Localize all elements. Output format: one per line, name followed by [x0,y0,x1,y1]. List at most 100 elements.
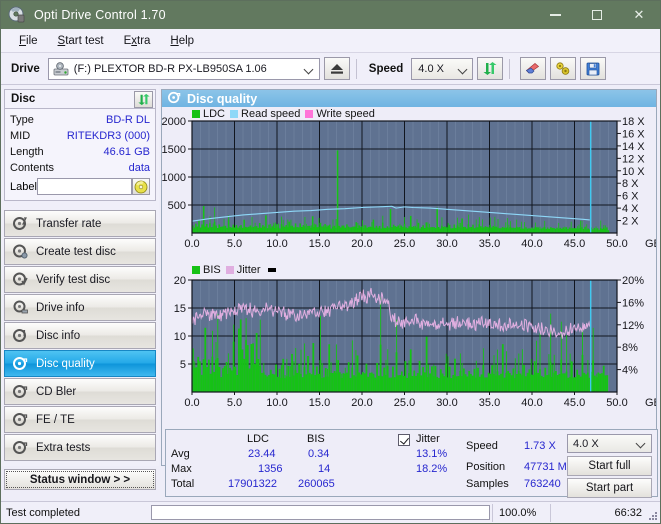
disc-refresh-button[interactable] [134,90,153,108]
panel-header: Disc quality [162,90,656,107]
drive-select[interactable]: (F:) PLEXTOR BD-R PX-LB950SA 1.06 [47,57,320,80]
svg-text:20: 20 [174,275,186,287]
stats-ldc-total: 17901322 [228,478,277,490]
drive-info-icon [13,300,28,315]
svg-text:25.0: 25.0 [394,238,415,250]
speed-select[interactable]: 4.0 X [411,57,474,80]
legend-ldc: LDC [192,108,225,120]
svg-text:18 X: 18 X [622,116,645,128]
stats-col-jitter: Jitter [416,433,440,445]
sidebar-item-create-test-disc[interactable]: Create test disc [4,238,156,265]
speed-value: 4.0 X [418,62,444,75]
ldc-chart-legend: LDC Read speed Write speed [192,108,375,120]
stats-jitter-avg: 13.1% [416,448,448,460]
legend-read-speed: Read speed [230,108,300,120]
sidebar-item-cd-bler[interactable]: CD Bler [4,378,156,405]
sidebar-item-extra-tests[interactable]: Extra tests [4,434,156,461]
drive-icon [53,61,69,76]
menu-item-start-test[interactable]: Start test [48,33,114,49]
svg-text:2000: 2000 [162,116,186,128]
menu-item-extra[interactable]: Extra [114,33,161,49]
minimize-icon[interactable] [534,1,576,29]
sidebar-buttons: Transfer rate Create test disc Verify te… [4,210,156,461]
svg-text:GB: GB [645,238,656,250]
legend-label-ldc: LDC [203,108,226,120]
svg-text:0.0: 0.0 [184,397,199,409]
eject-button[interactable] [323,57,350,80]
sidebar-item-verify-test-disc[interactable]: Verify test disc [4,266,156,293]
svg-text:12 X: 12 X [622,153,645,165]
disc-quality-panel: Disc quality LDC Read speed Write speed … [161,89,660,466]
bis-jitter-chart: BIS Jitter 5 10 15 20 4% 8% 12% 16% 20% 0.0 5.0 10.… [162,264,660,424]
start-part-button[interactable]: Start part [567,478,652,498]
ldc-chart-svg: 5001000150020002 X4 X6 X8 X10 X12 X14 X1… [162,116,660,250]
drive-label: Drive [11,62,40,75]
disc-row-mid: MID RITEKDR3 (000) [10,128,150,144]
sidebar-label-extra-tests: Extra tests [36,441,91,454]
app-icon [8,6,26,24]
stats-col-bis: BIS [307,433,325,445]
svg-text:35.0: 35.0 [479,238,500,250]
refresh-button[interactable] [477,57,504,80]
svg-text:40.0: 40.0 [521,238,542,250]
disc-value-mid: RITEKDR3 (000) [66,130,150,142]
sidebar-item-disc-quality[interactable]: Disc quality [4,350,156,377]
menu-item-help[interactable]: Help [160,33,204,49]
bis-jitter-chart-svg: 5 10 15 20 4% 8% 12% 16% 20% 0.0 5.0 10.0 15.0 20.0 25… [174,275,660,409]
svg-text:20%: 20% [622,275,644,287]
status-text: Test completed [6,506,80,519]
chevron-down-icon[interactable] [303,64,314,74]
tools-button[interactable] [550,57,577,80]
title-bar: Opti Drive Control 1.70 ✕ [1,1,660,29]
chevron-down-icon[interactable] [635,438,646,449]
svg-text:25.0: 25.0 [394,397,415,409]
svg-text:12%: 12% [622,320,644,332]
svg-text:35.0: 35.0 [479,397,500,409]
svg-text:500: 500 [168,200,186,212]
sidebar-label-verify-test-disc: Verify test disc [36,273,111,286]
erase-button[interactable] [520,57,547,80]
resize-grip[interactable] [647,510,657,520]
svg-text:14 X: 14 X [622,141,645,153]
disc-section-header: Disc [4,89,156,109]
stats-bis-max: 14 [318,463,331,475]
disc-create-icon [13,244,28,259]
disc-extra-icon [13,440,28,455]
disc-key-type: Type [10,114,34,126]
save-button[interactable] [580,57,607,80]
sidebar-label-cd-bler: CD Bler [36,385,77,398]
svg-text:4%: 4% [622,365,638,377]
bis-chart-legend: BIS Jitter [192,264,276,276]
panel-title: Disc quality [187,91,258,106]
svg-text:10.0: 10.0 [266,397,287,409]
close-icon[interactable]: ✕ [618,1,660,29]
svg-text:45.0: 45.0 [564,397,585,409]
progress-bar [151,505,490,520]
stats-speed-label: Speed [466,440,498,452]
svg-text:5: 5 [180,359,186,371]
maximize-icon[interactable] [576,1,618,29]
test-speed-select[interactable]: 4.0 X [567,434,652,453]
sidebar-item-disc-info[interactable]: Disc info [4,322,156,349]
menu-item-file[interactable]: FFileile [9,33,48,49]
svg-text:16%: 16% [622,297,644,309]
sidebar-item-transfer-rate[interactable]: Transfer rate [4,210,156,237]
disc-value-contents: data [128,162,150,174]
status-window-button[interactable]: Status window > > [4,469,156,490]
start-full-button[interactable]: Start full [567,456,652,476]
svg-text:8 X: 8 X [622,178,639,190]
disc-info-box: Type BD-R DL MID RITEKDR3 (000) Length 4… [4,109,156,201]
sidebar-item-fe-te[interactable]: FE / TE [4,406,156,433]
stats-ldc-max: 1356 [258,463,283,475]
app-window: Opti Drive Control 1.70 ✕ FFileile Start… [0,0,661,524]
disc-browse-button[interactable] [131,178,150,195]
chevron-down-icon[interactable] [457,64,468,74]
toolbar-separator [509,58,511,79]
disc-label-input[interactable] [36,178,132,195]
sidebar-item-drive-info[interactable]: Drive info [4,294,156,321]
left-sidebar: Disc Type BD-R DL MID RITEKDR3 (000) Len… [1,85,159,490]
svg-text:5.0: 5.0 [227,397,242,409]
elapsed-time: 66:32 [550,503,660,522]
jitter-checkbox[interactable] [398,434,410,446]
legend-label-bis: BIS [203,264,221,276]
